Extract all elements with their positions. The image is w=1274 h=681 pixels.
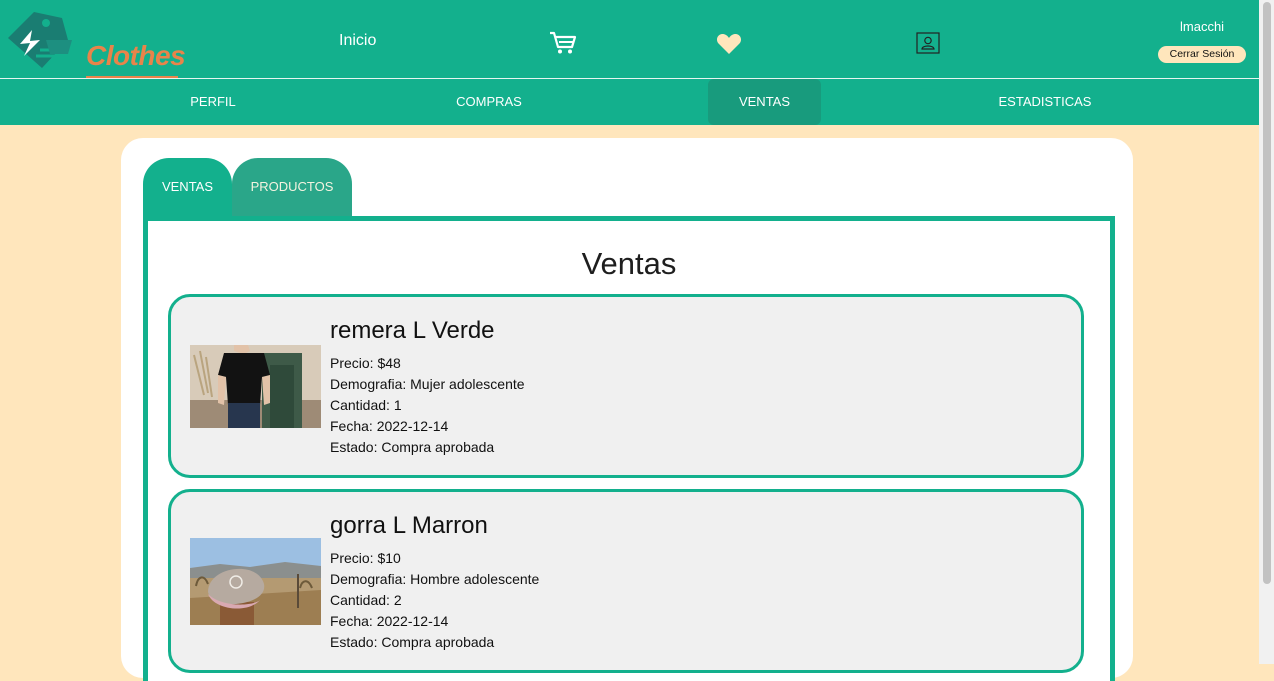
subnav-item-estadisticas[interactable]: ESTADISTICAS [985,79,1105,125]
logo-text: Clothes [86,40,186,71]
scrollbar-thumb[interactable] [1263,2,1271,584]
subnav-item-ventas[interactable]: VENTAS [708,79,821,125]
nav-home-link[interactable]: Inicio [339,32,376,50]
sale-product-name: remera L Verde [330,317,495,344]
sale-status: Estado: Compra aprobada [330,634,495,650]
page-title: Ventas [581,246,677,281]
sale-quantity: Cantidad: 1 [330,397,402,413]
sale-demographic: Demografia: Hombre adolescente [330,571,540,587]
subnav-item-compras[interactable]: COMPRAS [438,79,540,125]
sale-demographic: Demografia: Mujer adolescente [330,376,525,392]
top-header: Clothes Inicio lmacchi Cerrar Sesión [0,0,1259,78]
logout-button[interactable]: Cerrar Sesión [1158,46,1246,63]
heart-icon[interactable] [716,33,742,60]
sales-panel: Ventas remera L Verde Precio: $48 Demogr… [143,216,1115,681]
sale-date: Fecha: 2022-12-14 [330,418,449,434]
username-label: lmacchi [1180,19,1225,34]
sale-price: Precio: $48 [330,355,401,371]
product-image [190,538,321,625]
sale-product-name: gorra L Marron [330,512,488,539]
logo[interactable]: Clothes [6,10,186,78]
sale-card: gorra L Marron Precio: $10 Demografia: H… [168,489,1084,673]
tab-ventas[interactable]: VENTAS [143,158,232,216]
sub-navigation: PERFIL COMPRAS VENTAS ESTADISTICAS [0,79,1259,125]
sale-date: Fecha: 2022-12-14 [330,613,449,629]
sale-price: Precio: $10 [330,550,401,566]
cart-icon[interactable] [549,31,577,60]
sale-card: remera L Verde Precio: $48 Demografia: M… [168,294,1084,478]
profile-icon[interactable] [916,32,940,59]
sale-status: Estado: Compra aprobada [330,439,495,455]
subnav-item-perfil[interactable]: PERFIL [162,79,264,125]
tab-productos[interactable]: PRODUCTOS [232,158,352,216]
sale-quantity: Cantidad: 2 [330,592,402,608]
product-image [190,345,321,428]
